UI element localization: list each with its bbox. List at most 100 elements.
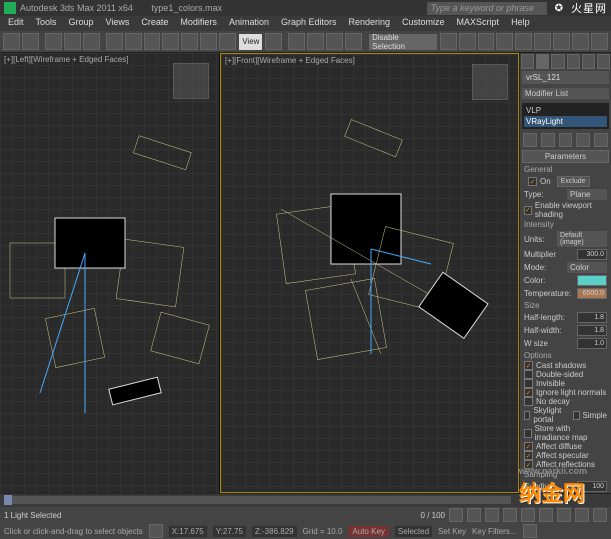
select-filter-button[interactable] <box>162 33 179 50</box>
checkbox-affect-reflections[interactable]: ✓Affect reflections <box>520 460 611 469</box>
mirror-button[interactable] <box>440 33 457 50</box>
autokey-button[interactable]: Auto Key <box>348 526 388 537</box>
redo-button[interactable] <box>22 33 39 50</box>
select-region-button[interactable] <box>144 33 161 50</box>
type-dropdown[interactable]: Plane <box>567 189 607 200</box>
rotate-button[interactable] <box>200 33 217 50</box>
goto-end-button[interactable] <box>521 508 535 522</box>
object-name-field[interactable]: vrSL_121 <box>522 71 609 84</box>
modifier-stack[interactable]: VLP VRayLight <box>522 103 609 129</box>
min-max-viewport-button[interactable] <box>523 524 537 538</box>
viewport-left[interactable]: [+][Left][Wireframe + Edged Faces] <box>0 53 220 493</box>
timeline-track[interactable] <box>4 496 511 504</box>
key-filters-button[interactable]: Key Filters... <box>472 527 516 536</box>
stack-item-vlp[interactable]: VLP <box>524 105 607 116</box>
unlink-button[interactable] <box>64 33 81 50</box>
select-name-button[interactable] <box>125 33 142 50</box>
make-unique-button[interactable] <box>559 133 573 147</box>
key-mode-dropdown[interactable]: Selected <box>395 526 432 537</box>
ref-coord-dropdown[interactable]: View <box>239 34 262 50</box>
link-button[interactable] <box>45 33 62 50</box>
tab-create[interactable] <box>521 54 534 69</box>
checkbox-store-irradiance[interactable]: Store with irradiance map <box>520 424 611 442</box>
viewport-front[interactable]: [+][Front][Wireframe + Edged Faces] <box>220 53 519 493</box>
menu-views[interactable]: Views <box>100 16 136 31</box>
checkbox-cast-shadows[interactable]: ✓Cast shadows <box>520 361 611 370</box>
subdivs-spinner[interactable]: 100 <box>577 481 607 492</box>
schematic-button[interactable] <box>515 33 532 50</box>
spinner-snap-button[interactable] <box>345 33 362 50</box>
snap-button[interactable] <box>288 33 305 50</box>
menu-help[interactable]: Help <box>505 16 536 31</box>
zoom-button[interactable] <box>539 508 553 522</box>
bind-spacewarp-button[interactable] <box>83 33 100 50</box>
menu-tools[interactable]: Tools <box>30 16 63 31</box>
coord-x[interactable]: 17.675 <box>179 527 203 536</box>
exclude-button[interactable]: Exclude <box>557 176 590 187</box>
align-button[interactable] <box>459 33 476 50</box>
goto-start-button[interactable] <box>449 508 463 522</box>
setkey-button[interactable]: Set Key <box>438 527 466 536</box>
configure-sets-button[interactable] <box>594 133 608 147</box>
prev-frame-button[interactable] <box>467 508 481 522</box>
material-editor-button[interactable] <box>534 33 551 50</box>
tab-modify[interactable] <box>536 54 549 69</box>
units-dropdown[interactable]: Default (image) <box>557 231 607 247</box>
w-size-spinner[interactable]: 1.0 <box>577 338 607 349</box>
app-icon[interactable] <box>4 2 16 14</box>
color-swatch[interactable] <box>577 275 607 286</box>
scale-button[interactable] <box>219 33 236 50</box>
timeline[interactable] <box>0 493 611 507</box>
menu-graph-editors[interactable]: Graph Editors <box>275 16 343 31</box>
coord-z[interactable]: -386.829 <box>262 527 294 536</box>
rollout-parameters[interactable]: Parameters <box>522 150 609 163</box>
tab-utilities[interactable] <box>597 54 610 69</box>
render-setup-button[interactable] <box>553 33 570 50</box>
menu-animation[interactable]: Animation <box>223 16 275 31</box>
checkbox-no-decay[interactable]: No decay <box>520 397 611 406</box>
lock-selection-button[interactable] <box>149 524 163 538</box>
select-button[interactable] <box>106 33 123 50</box>
play-button[interactable] <box>485 508 499 522</box>
move-button[interactable] <box>181 33 198 50</box>
show-end-result-button[interactable] <box>541 133 555 147</box>
percent-snap-button[interactable] <box>326 33 343 50</box>
coord-y[interactable]: 27.75 <box>223 527 243 536</box>
checkbox-viewport-shading[interactable]: ✓Enable viewport shading <box>520 201 611 219</box>
half-width-spinner[interactable]: 1.8 <box>577 325 607 336</box>
pin-stack-button[interactable] <box>523 133 537 147</box>
checkbox-skylight[interactable]: Skylight portal Simple <box>520 406 611 424</box>
undo-button[interactable] <box>3 33 20 50</box>
checkbox-invisible[interactable]: Invisible <box>520 379 611 388</box>
tab-motion[interactable] <box>567 54 580 69</box>
menu-edit[interactable]: Edit <box>2 16 30 31</box>
render-button[interactable] <box>591 33 608 50</box>
remove-modifier-button[interactable] <box>576 133 590 147</box>
checkbox-affect-diffuse[interactable]: ✓Affect diffuse <box>520 442 611 451</box>
tab-hierarchy[interactable] <box>551 54 564 69</box>
menu-group[interactable]: Group <box>63 16 100 31</box>
orbit-button[interactable] <box>593 508 607 522</box>
zoom-all-button[interactable] <box>557 508 571 522</box>
modifier-list-dropdown[interactable]: Modifier List <box>522 88 609 99</box>
pan-button[interactable] <box>575 508 589 522</box>
multiplier-spinner[interactable]: 300.0 <box>577 249 607 260</box>
checkbox-on[interactable]: ✓On <box>524 177 555 186</box>
checkbox-affect-specular[interactable]: ✓Affect specular <box>520 451 611 460</box>
curve-editor-button[interactable] <box>496 33 513 50</box>
angle-snap-button[interactable] <box>307 33 324 50</box>
render-frame-button[interactable] <box>572 33 589 50</box>
menu-create[interactable]: Create <box>135 16 174 31</box>
named-sel-dropdown[interactable]: Disable Selection <box>369 34 437 50</box>
menu-rendering[interactable]: Rendering <box>343 16 397 31</box>
search-input[interactable]: Type a keyword or phrase <box>427 2 547 15</box>
next-frame-button[interactable] <box>503 508 517 522</box>
menu-modifiers[interactable]: Modifiers <box>174 16 223 31</box>
half-length-spinner[interactable]: 1.8 <box>577 312 607 323</box>
tab-display[interactable] <box>582 54 595 69</box>
temperature-spinner[interactable]: 6500.0 <box>577 288 607 299</box>
pivot-button[interactable] <box>265 33 282 50</box>
menu-customize[interactable]: Customize <box>396 16 451 31</box>
stack-item-vraylight[interactable]: VRayLight <box>524 116 607 127</box>
menu-maxscript[interactable]: MAXScript <box>451 16 506 31</box>
